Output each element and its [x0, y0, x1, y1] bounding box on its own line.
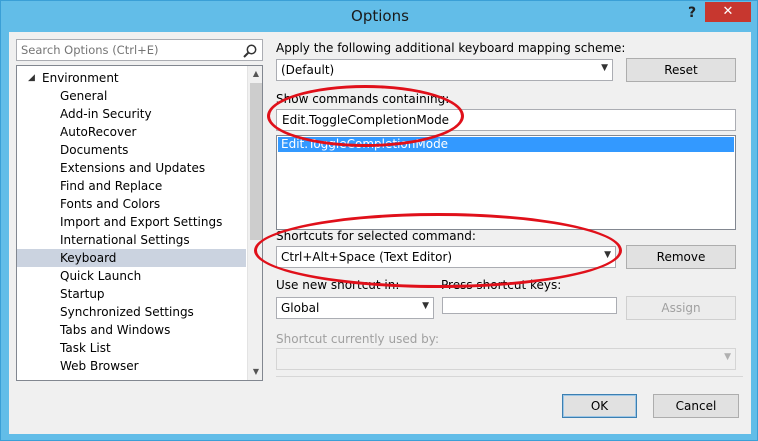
command-filter-value: Edit.ToggleCompletionMode	[282, 113, 450, 127]
tree-item-label: Startup	[60, 287, 105, 301]
use-new-shortcut-label: Use new shortcut in:	[276, 278, 400, 292]
tree-item-label: Tabs and Windows	[60, 323, 171, 337]
divider	[276, 376, 743, 377]
help-button[interactable]: ?	[681, 5, 703, 25]
use-in-value: Global	[281, 301, 320, 315]
tree-item-label: Synchronized Settings	[60, 305, 194, 319]
tree-item-label: Extensions and Updates	[60, 161, 206, 175]
currently-used-label: Shortcut currently used by:	[276, 332, 440, 346]
tree-item[interactable]: Startup	[17, 285, 246, 303]
title-bar[interactable]: Options ? ✕	[1, 1, 757, 31]
tree-item-label: Quick Launch	[60, 269, 142, 283]
window-title: Options	[351, 7, 409, 25]
tree-item[interactable]: Quick Launch	[17, 267, 246, 285]
command-filter-input[interactable]: Edit.ToggleCompletionMode	[276, 109, 736, 131]
search-box[interactable]	[16, 39, 263, 61]
tree-item-environment[interactable]: ◢ Environment	[17, 69, 245, 87]
close-button[interactable]: ✕	[705, 2, 751, 22]
tree-scrollbar[interactable]: ▲ ▼	[247, 66, 262, 380]
tree-item-label: Environment	[42, 71, 119, 85]
tree-item-label: Task List	[60, 341, 111, 355]
tree-item-label: General	[60, 89, 108, 103]
press-keys-input[interactable]	[442, 297, 617, 314]
tree-item[interactable]: Task List	[17, 339, 246, 357]
tree-item-label: AutoRecover	[60, 125, 137, 139]
use-in-dropdown[interactable]: Global ▼	[276, 297, 434, 319]
cancel-button[interactable]: Cancel	[653, 394, 739, 418]
scheme-value: (Default)	[281, 63, 335, 77]
options-dialog: Options ? ✕ ◢ Environment General Add-in …	[0, 0, 758, 441]
tree-item-label: Web Browser	[60, 359, 139, 373]
list-item[interactable]: Edit.ToggleCompletionMode	[278, 137, 734, 152]
chevron-down-icon: ▼	[422, 301, 429, 311]
tree-item-label: Documents	[60, 143, 129, 157]
tree-item-label: Fonts and Colors	[60, 197, 161, 211]
tree-item[interactable]: AutoRecover	[17, 123, 246, 141]
scroll-thumb[interactable]	[250, 83, 262, 240]
tree-item[interactable]: Web Browser	[17, 357, 246, 375]
chevron-down-icon: ▼	[601, 63, 608, 73]
chevron-down-icon: ▼	[724, 352, 731, 362]
tree-item[interactable]: Tabs and Windows	[17, 321, 246, 339]
expand-arrow-icon[interactable]: ◢	[28, 69, 35, 87]
press-keys-label: Press shortcut keys:	[441, 278, 562, 292]
tree-item-label: Import and Export Settings	[60, 215, 223, 229]
tree-item[interactable]: Fonts and Colors	[17, 195, 246, 213]
tree-item-label: Add-in Security	[60, 107, 152, 121]
tree-item[interactable]: Find and Replace	[17, 177, 246, 195]
scroll-up-icon[interactable]: ▲	[248, 66, 262, 82]
tree-item[interactable]: General	[17, 87, 246, 105]
shortcuts-label: Shortcuts for selected command:	[276, 229, 476, 243]
tree-item[interactable]: Add-in Security	[17, 105, 246, 123]
tree-item-label: Keyboard	[60, 251, 117, 265]
tree-item[interactable]: Keyboard	[17, 249, 246, 267]
tree-item[interactable]: Synchronized Settings	[17, 303, 246, 321]
show-commands-label: Show commands containing:	[276, 92, 450, 106]
reset-button[interactable]: Reset	[626, 58, 736, 82]
tree-item-label: Find and Replace	[60, 179, 163, 193]
scheme-label: Apply the following additional keyboard …	[276, 41, 626, 55]
chevron-down-icon: ▼	[604, 250, 611, 260]
currently-used-dropdown[interactable]: ▼	[276, 348, 736, 370]
shortcut-value: Ctrl+Alt+Space (Text Editor)	[281, 250, 453, 264]
tree-item[interactable]: Import and Export Settings	[17, 213, 246, 231]
assign-button[interactable]: Assign	[626, 296, 736, 320]
tree-item[interactable]: Documents	[17, 141, 246, 159]
scheme-dropdown[interactable]: (Default) ▼	[276, 59, 613, 81]
command-list[interactable]: Edit.ToggleCompletionMode	[276, 135, 736, 230]
dialog-client: ◢ Environment General Add-in Security Auto…	[9, 32, 751, 434]
shortcut-dropdown[interactable]: Ctrl+Alt+Space (Text Editor) ▼	[276, 246, 616, 268]
tree-item-label: International Settings	[60, 233, 190, 247]
ok-button[interactable]: OK	[562, 394, 637, 418]
tree-item[interactable]: Extensions and Updates	[17, 159, 246, 177]
search-input[interactable]	[19, 42, 234, 58]
options-tree[interactable]: ◢ Environment General Add-in Security Auto…	[16, 65, 263, 381]
tree-item[interactable]: International Settings	[17, 231, 246, 249]
scroll-down-icon[interactable]: ▼	[248, 364, 262, 380]
remove-button[interactable]: Remove	[626, 245, 736, 269]
search-icon[interactable]	[242, 43, 258, 59]
